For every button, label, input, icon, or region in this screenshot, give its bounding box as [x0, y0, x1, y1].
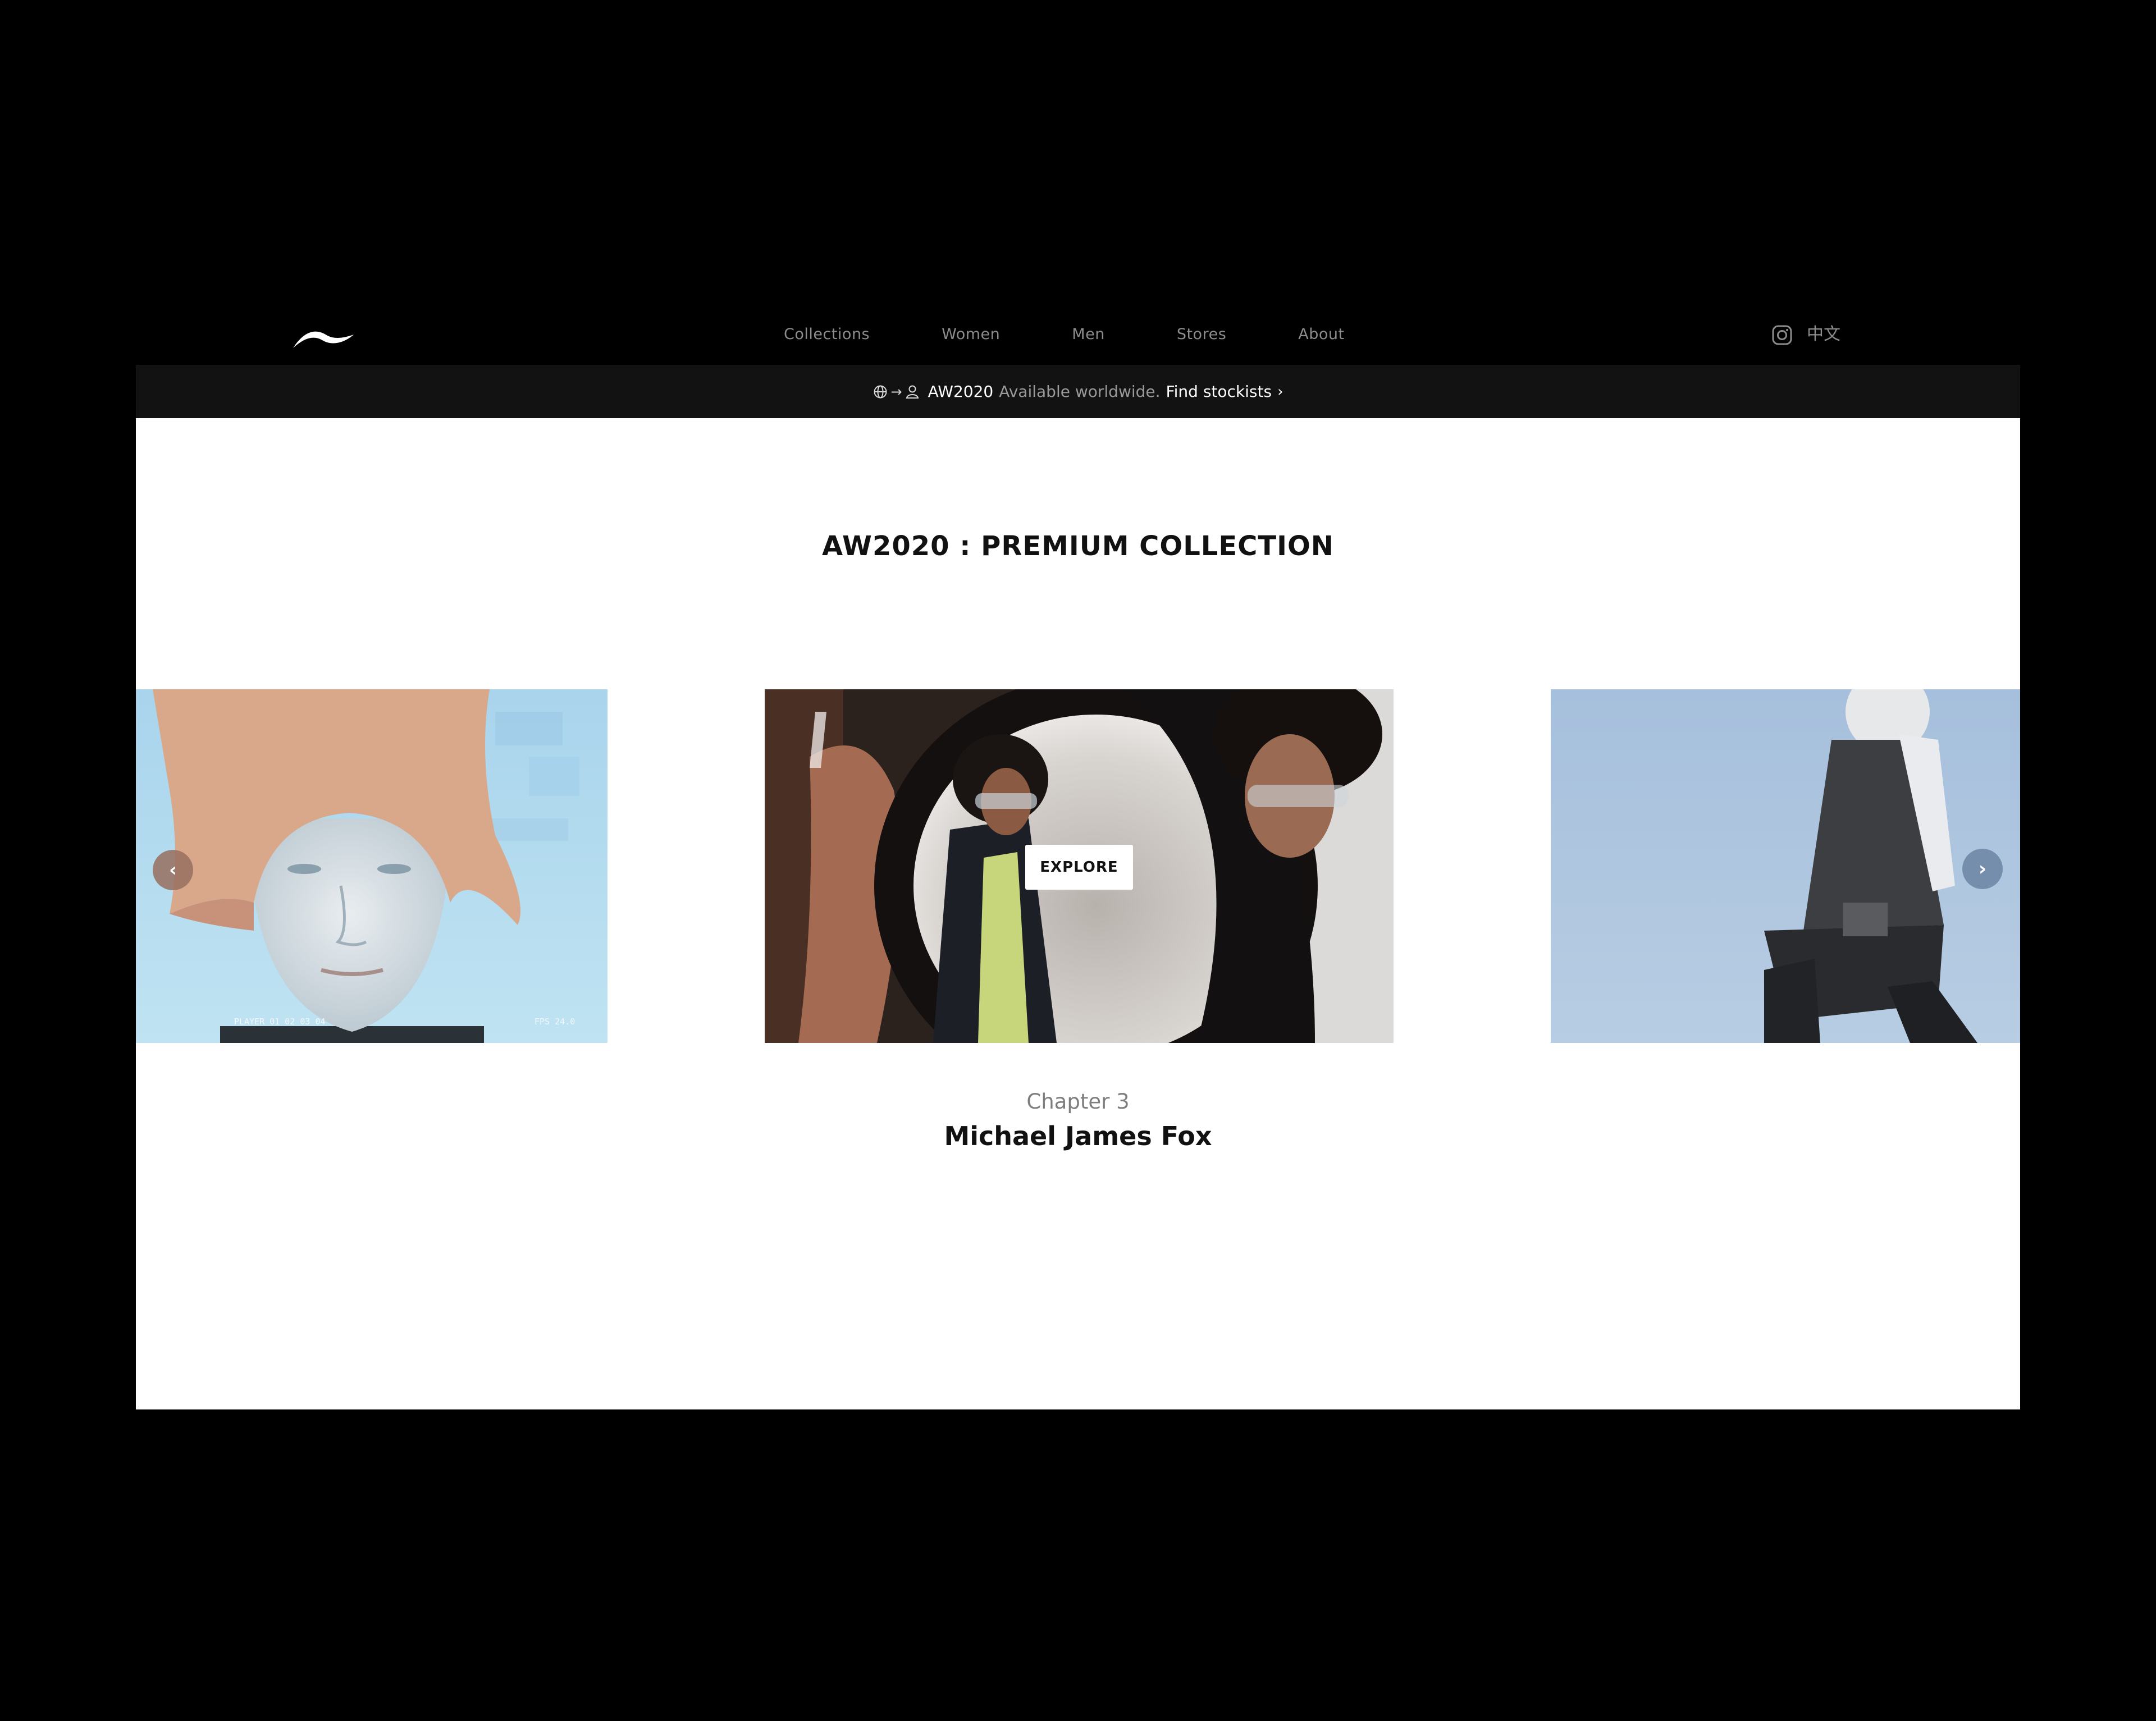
nav-collections[interactable]: Collections [784, 326, 870, 343]
nav-women[interactable]: Women [942, 326, 1000, 343]
slide-image-jumping-figure [1551, 689, 2020, 1043]
language-switch[interactable]: 中文 [1807, 323, 1840, 346]
page-frame: Collections Women Men Stores About 中文 → [136, 303, 2020, 1409]
chapter-title: Michael James Fox [944, 1121, 1212, 1151]
carousel-slide-next[interactable] [1551, 689, 2020, 1043]
site-header: Collections Women Men Stores About 中文 [136, 303, 2020, 365]
chevron-right-icon: › [1277, 383, 1283, 400]
chevron-right-icon: › [1978, 858, 1986, 880]
chevron-left-icon: ‹ [168, 859, 177, 881]
chapter-label: Chapter 3 [1026, 1090, 1130, 1114]
carousel-slide-previous[interactable]: PLAYER 01 02 03 04 FPS 24.0 [136, 689, 607, 1043]
explore-button[interactable]: EXPLORE [1025, 845, 1133, 890]
nav-stores[interactable]: Stores [1177, 326, 1226, 343]
page-title: AW2020 : PREMIUM COLLECTION [822, 530, 1334, 562]
shipping-icons: → [873, 385, 919, 399]
find-stockists-label: Find stockists [1166, 382, 1272, 401]
carousel-next-button[interactable]: › [1962, 849, 2003, 889]
person-icon [906, 385, 919, 399]
player-overlay-text: PLAYER 01 02 03 04 [234, 1017, 326, 1027]
collection-section: AW2020 : PREMIUM COLLECTION PLAYER 01 02… [136, 418, 2020, 1409]
arrow-right-icon: → [890, 383, 902, 400]
globe-icon [874, 385, 887, 398]
fps-overlay-text: FPS 24.0 [535, 1017, 575, 1027]
nav-men[interactable]: Men [1072, 326, 1105, 343]
li-ning-logo[interactable] [292, 327, 355, 349]
season-label: AW2020 [928, 382, 994, 401]
slide-image-bucket-hat: PLAYER 01 02 03 04 FPS 24.0 [136, 689, 607, 1043]
main-nav: Collections Women Men Stores About [784, 303, 1345, 365]
nav-about[interactable]: About [1298, 326, 1344, 343]
instagram-icon[interactable] [1771, 324, 1793, 346]
carousel-prev-button[interactable]: ‹ [153, 850, 193, 890]
find-stockists-link[interactable]: Find stockists › [1166, 382, 1283, 401]
availability-text: Available worldwide. [999, 382, 1161, 401]
announcement-bar: → AW2020 Available worldwide. Find stock… [136, 365, 2020, 418]
